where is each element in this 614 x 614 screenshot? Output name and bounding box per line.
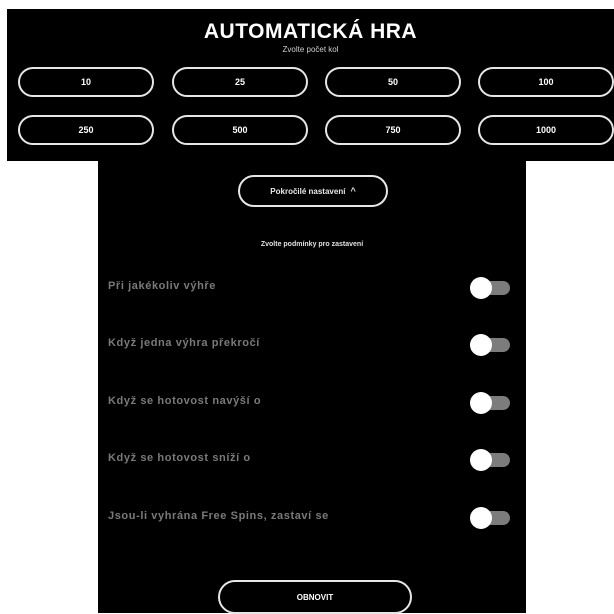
rounds-option-button[interactable]: 25 [172, 67, 308, 97]
condition-toggle[interactable] [470, 334, 510, 356]
condition-toggle[interactable] [470, 277, 510, 299]
condition-toggle[interactable] [470, 392, 510, 414]
condition-label: Když se hotovost sníží o [108, 452, 251, 464]
toggle-knob [470, 392, 492, 414]
rounds-option-label: 100 [538, 77, 554, 87]
advanced-settings-button[interactable]: Pokročilé nastavení ^ [238, 175, 388, 207]
rounds-option-label: 500 [232, 125, 248, 135]
rounds-option-label: 10 [80, 77, 91, 87]
advanced-settings-label: Pokročilé nastavení [270, 186, 346, 196]
rounds-subtitle: Zvolte počet kol [282, 45, 339, 54]
rounds-option-button[interactable]: 50 [325, 67, 461, 97]
reset-button-label: OBNOVIT [296, 592, 334, 602]
toggle-knob [470, 507, 492, 529]
rounds-option-label: 750 [385, 125, 401, 135]
condition-label: Při jakékoliv výhře [108, 280, 217, 292]
toggle-knob [470, 277, 492, 299]
page-title: AUTOMATICKÁ HRA [203, 20, 418, 43]
condition-toggle[interactable] [470, 507, 510, 529]
chevron-up-icon: ^ [350, 185, 356, 196]
rounds-option-button[interactable]: 250 [18, 115, 154, 145]
round-selection-panel: AUTOMATICKÁ HRA Zvolte počet kol 10 25 5… [7, 9, 614, 161]
rounds-option-button[interactable]: 750 [325, 115, 461, 145]
reset-button[interactable]: OBNOVIT [218, 580, 412, 614]
condition-label: Když se hotovost navýší o [108, 395, 262, 407]
rounds-option-label: 1000 [535, 125, 557, 135]
rounds-option-button[interactable]: 500 [172, 115, 308, 145]
rounds-option-button[interactable]: 10 [18, 67, 154, 97]
rounds-option-label: 25 [234, 77, 245, 87]
rounds-option-label: 250 [78, 125, 94, 135]
condition-label: Jsou-li vyhrána Free Spins, zastaví se [108, 510, 329, 522]
rounds-option-button[interactable]: 100 [478, 67, 614, 97]
condition-label: Když jedna výhra překročí [108, 337, 260, 349]
condition-toggle[interactable] [470, 449, 510, 471]
rounds-option-label: 50 [387, 77, 398, 87]
conditions-heading: Zvolte podmínky pro zastavení [260, 241, 364, 248]
toggle-knob [470, 449, 492, 471]
stop-conditions-panel: Pokročilé nastavení ^ Zvolte podmínky pr… [98, 161, 526, 614]
rounds-option-button[interactable]: 1000 [478, 115, 614, 145]
toggle-knob [470, 334, 492, 356]
